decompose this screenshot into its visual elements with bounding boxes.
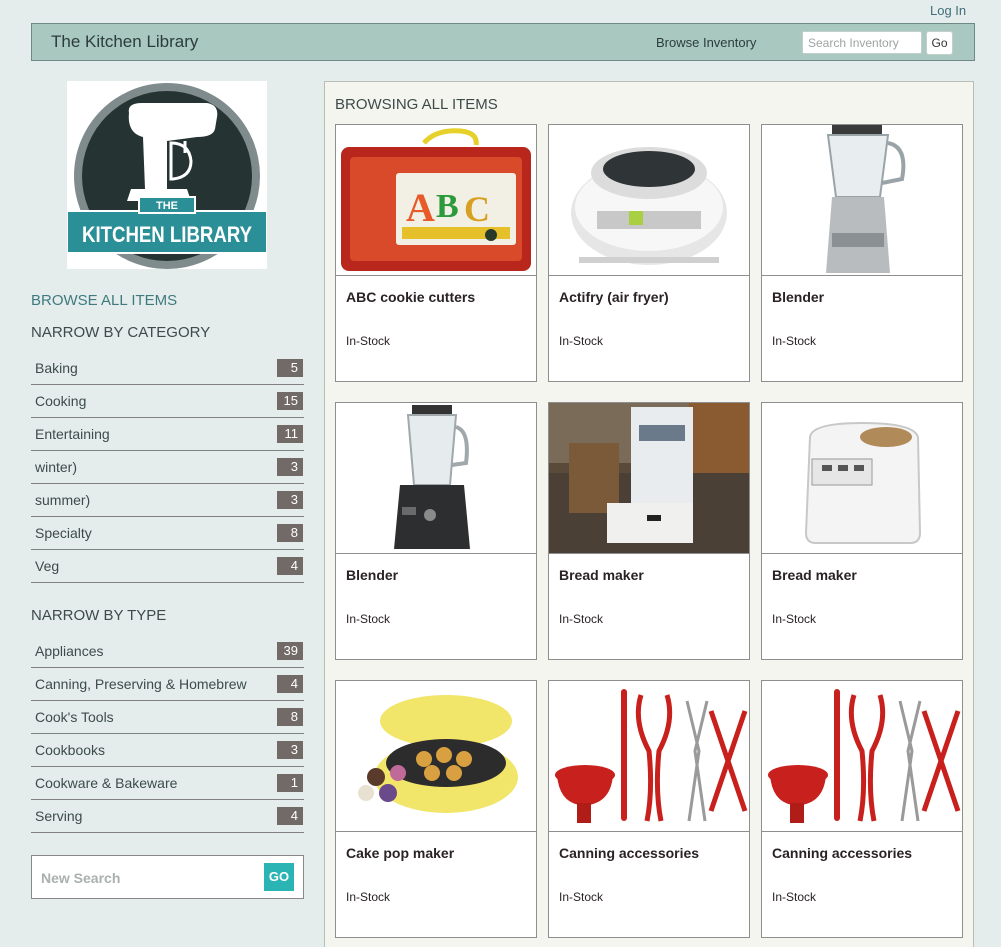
stock-status: In-Stock — [559, 334, 604, 348]
product-image[interactable] — [762, 681, 962, 832]
stock-status: In-Stock — [559, 890, 604, 904]
type-filter-count-badge: 8 — [277, 708, 303, 726]
product-name[interactable]: Canning accessories — [559, 845, 699, 861]
type-filter-label: Canning, Preserving & Homebrew — [35, 676, 247, 692]
product-card[interactable]: A B C ABC cookie cutters In-Stock — [335, 124, 537, 382]
search-go-button[interactable]: Go — [926, 31, 953, 55]
category-heading: NARROW BY CATEGORY — [31, 324, 211, 341]
stock-status: In-Stock — [772, 334, 817, 348]
kitchen-library-logo[interactable]: THE KITCHEN LIBRARY — [66, 81, 268, 269]
new-search-go-button[interactable]: GO — [264, 863, 294, 891]
product-image[interactable] — [549, 681, 749, 832]
browse-all-items-link[interactable]: BROWSE ALL ITEMS — [31, 292, 177, 309]
type-filter-count-badge: 39 — [277, 642, 303, 660]
product-card[interactable]: Blender In-Stock — [761, 124, 963, 382]
product-card[interactable]: Canning accessories In-Stock — [761, 680, 963, 938]
type-filter-item[interactable]: Cookbooks 3 — [31, 734, 304, 767]
stock-status: In-Stock — [772, 612, 817, 626]
type-filter-item[interactable]: Cookware & Bakeware 1 — [31, 767, 304, 800]
type-filter-label: Cookware & Bakeware — [35, 775, 178, 791]
category-filter-count-badge: 15 — [277, 392, 303, 410]
product-card[interactable]: Cake pop maker In-Stock — [335, 680, 537, 938]
type-filter-label: Serving — [35, 808, 83, 824]
product-name[interactable]: Canning accessories — [772, 845, 912, 861]
category-filter-label: Specialty — [35, 525, 92, 541]
type-filter-label: Cook's Tools — [35, 709, 114, 725]
logo-text-the: THE — [156, 200, 178, 212]
new-search-input[interactable] — [41, 868, 251, 888]
category-filter-count-badge: 8 — [277, 524, 303, 542]
category-filter-item[interactable]: Specialty 8 — [31, 517, 304, 550]
category-filter-label: winter) — [35, 459, 78, 475]
product-card[interactable]: Blender In-Stock — [335, 402, 537, 660]
product-image[interactable] — [336, 403, 536, 554]
category-filter-label: summer) — [35, 492, 91, 508]
product-image[interactable] — [762, 403, 962, 554]
type-filter-label: Cookbooks — [35, 742, 106, 758]
browse-inventory-link[interactable]: Browse Inventory — [656, 35, 756, 50]
stock-status: In-Stock — [346, 334, 391, 348]
stock-status: In-Stock — [772, 890, 817, 904]
product-card[interactable]: Bread maker In-Stock — [761, 402, 963, 660]
stock-status: In-Stock — [346, 612, 391, 626]
product-image[interactable] — [549, 125, 749, 276]
category-filter-item[interactable]: Cooking 15 — [31, 385, 304, 418]
top-nav-bar: The Kitchen Library Browse Inventory Go — [31, 23, 975, 61]
product-name[interactable]: Bread maker — [772, 567, 857, 583]
product-name[interactable]: ABC cookie cutters — [346, 289, 475, 305]
category-filter-count-badge: 3 — [277, 458, 303, 476]
product-name[interactable]: Cake pop maker — [346, 845, 454, 861]
category-filter-item[interactable]: Veg 4 — [31, 550, 304, 583]
product-card[interactable]: Actifry (air fryer) In-Stock — [548, 124, 750, 382]
category-filter-item[interactable]: Baking 5 — [31, 352, 304, 385]
category-filter-count-badge: 5 — [277, 359, 303, 377]
product-image[interactable] — [549, 403, 749, 554]
product-image[interactable] — [762, 125, 962, 276]
type-filter-label: Appliances — [35, 643, 104, 659]
type-filter-count-badge: 1 — [277, 774, 303, 792]
product-image[interactable] — [336, 681, 536, 832]
svg-text:C: C — [464, 189, 490, 229]
product-name[interactable]: Blender — [346, 567, 398, 583]
type-filter-count-badge: 4 — [277, 807, 303, 825]
svg-text:A: A — [406, 185, 435, 230]
type-filter-count-badge: 3 — [277, 741, 303, 759]
inventory-panel: BROWSING ALL ITEMS A B C ABC cookie cutt… — [324, 81, 974, 947]
svg-text:B: B — [436, 188, 459, 225]
category-filter-label: Baking — [35, 360, 78, 376]
type-filter-item[interactable]: Cook's Tools 8 — [31, 701, 304, 734]
product-name[interactable]: Bread maker — [559, 567, 644, 583]
login-link[interactable]: Log In — [930, 3, 966, 18]
category-filter-list: Baking 5 Cooking 15 Entertaining 11 winter) 3 su… — [31, 352, 304, 583]
stock-status: In-Stock — [559, 612, 604, 626]
panel-title: BROWSING ALL ITEMS — [335, 96, 498, 113]
category-filter-count-badge: 4 — [277, 557, 303, 575]
category-filter-count-badge: 11 — [277, 425, 303, 443]
type-filter-item[interactable]: Serving 4 — [31, 800, 304, 833]
new-search-box: GO — [31, 855, 304, 899]
type-filter-item[interactable]: Canning, Preserving & Homebrew 4 — [31, 668, 304, 701]
category-filter-item[interactable]: summer) 3 — [31, 484, 304, 517]
category-filter-item[interactable]: winter) 3 — [31, 451, 304, 484]
category-filter-label: Veg — [35, 558, 60, 574]
type-filter-count-badge: 4 — [277, 675, 303, 693]
type-filter-item[interactable]: Appliances 39 — [31, 635, 304, 668]
logo-text-name: KITCHEN LIBRARY — [82, 222, 252, 247]
category-filter-label: Cooking — [35, 393, 87, 409]
product-card[interactable]: Canning accessories In-Stock — [548, 680, 750, 938]
product-image[interactable]: A B C — [336, 125, 536, 276]
type-heading: NARROW BY TYPE — [31, 607, 167, 624]
category-filter-count-badge: 3 — [277, 491, 303, 509]
site-brand[interactable]: The Kitchen Library — [51, 32, 198, 52]
product-card[interactable]: Bread maker In-Stock — [548, 402, 750, 660]
category-filter-item[interactable]: Entertaining 11 — [31, 418, 304, 451]
product-name[interactable]: Blender — [772, 289, 824, 305]
type-filter-list: Appliances 39 Canning, Preserving & Homebr… — [31, 635, 304, 833]
stock-status: In-Stock — [346, 890, 391, 904]
product-name[interactable]: Actifry (air fryer) — [559, 289, 669, 305]
search-input[interactable] — [802, 31, 922, 54]
category-filter-label: Entertaining — [35, 426, 110, 442]
